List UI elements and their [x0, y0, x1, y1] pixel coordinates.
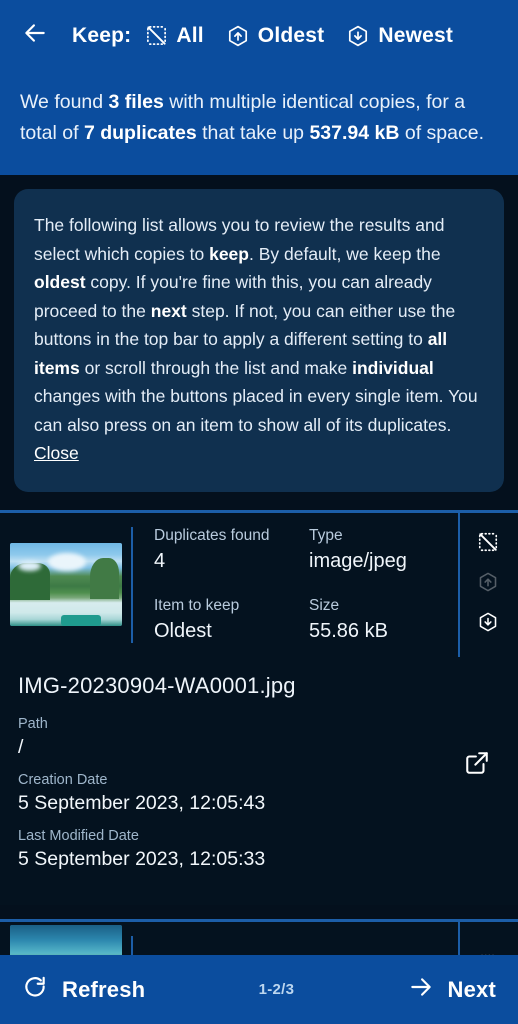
hexagon-arrow-down-icon [346, 24, 370, 48]
info-b3: next [150, 300, 187, 321]
item-keep-newest-button[interactable] [468, 605, 508, 645]
keep-label: Keep: [72, 23, 132, 47]
summary-duplicates-count: 7 duplicates [83, 122, 197, 144]
info-t2: . By default, we keep the [248, 243, 441, 264]
field-value: image/jpeg [309, 549, 407, 572]
back-button[interactable] [14, 15, 56, 57]
open-file-button[interactable] [460, 749, 494, 783]
detail-modified-value: 5 September 2023, 12:05:33 [18, 847, 266, 870]
summary-t4: of space. [399, 122, 484, 144]
field-value: 4 [154, 549, 166, 572]
item-detail-panel: IMG-20230904-WA0001.jpg Path / Creation … [0, 656, 518, 905]
keep-oldest-label: Oldest [257, 23, 325, 47]
field-size: Size 55.86 kB [309, 596, 458, 644]
list-item[interactable]: Duplicates found 4 Type image/jpeg Item … [0, 509, 518, 905]
app-root: Keep: All Oldest Newest We found 3 files… [0, 0, 518, 1024]
hexagon-arrow-down-icon [477, 611, 499, 638]
info-t5: or scroll through the list and make [79, 357, 353, 378]
select-all-off-icon [477, 531, 499, 558]
field-label: Size [309, 596, 340, 614]
detail-path-label: Path [18, 715, 48, 732]
next-label: Next [447, 976, 496, 1002]
hexagon-arrow-up-icon [226, 24, 250, 48]
item-actions [458, 512, 518, 657]
item-thumbnail [9, 543, 122, 626]
field-type: Type image/jpeg [309, 526, 458, 574]
item-body[interactable]: Duplicates found 4 Type image/jpeg Item … [0, 512, 518, 657]
photo-landscape-river [9, 543, 122, 626]
detail-filename: IMG-20230904-WA0001.jpg [18, 672, 296, 698]
summary-t3: that take up [196, 122, 310, 144]
bottom-bar: Refresh 1-2/3 Next [0, 955, 518, 1024]
field-item-to-keep: Item to keep Oldest [154, 596, 309, 644]
select-all-off-icon [145, 24, 168, 47]
close-info-link[interactable]: Close [34, 443, 79, 463]
summary-size: 537.94 kB [309, 122, 400, 144]
summary-text: We found 3 files with multiple identical… [20, 87, 498, 149]
field-label: Item to keep [154, 596, 240, 614]
info-b2: oldest [34, 272, 86, 292]
meta-divider [131, 526, 133, 643]
item-meta: Duplicates found 4 Type image/jpeg Item … [131, 513, 458, 657]
keep-newest-label: Newest [378, 23, 454, 47]
summary-t1: We found [20, 91, 109, 113]
summary-files-count: 3 files [108, 91, 164, 113]
detail-creation-label: Creation Date [18, 771, 108, 788]
duplicates-list: Duplicates found 4 Type image/jpeg Item … [0, 509, 518, 1012]
top-app-bar: Keep: All Oldest Newest [0, 0, 518, 71]
detail-modified-label: Last Modified Date [18, 827, 139, 844]
keep-oldest-button[interactable]: Oldest [220, 20, 331, 52]
detail-path-value: / [18, 735, 24, 758]
refresh-button[interactable]: Refresh [22, 974, 145, 1005]
item-keep-all-button[interactable] [468, 525, 508, 565]
info-t6: changes with the buttons placed in every… [34, 386, 478, 435]
refresh-icon [22, 974, 48, 1005]
keep-newest-button[interactable]: Newest [340, 20, 459, 52]
arrow-right-icon [408, 974, 434, 1005]
info-card-text: The following list allows you to review … [34, 211, 484, 468]
refresh-label: Refresh [62, 976, 146, 1002]
arrow-left-icon [22, 20, 48, 51]
actions-divider [458, 512, 460, 657]
info-card: The following list allows you to review … [14, 189, 504, 492]
info-b1: keep [209, 243, 249, 264]
field-value: 55.86 kB [309, 619, 388, 642]
page-counter: 1-2/3 [258, 981, 295, 998]
keep-all-button[interactable]: All [139, 20, 209, 52]
item-thumbnail-wrap [0, 513, 131, 657]
keep-all-label: All [176, 23, 204, 47]
field-duplicates-found: Duplicates found 4 [154, 526, 309, 574]
field-label: Type [309, 526, 343, 544]
field-value: Oldest [154, 619, 212, 642]
detail-creation-value: 5 September 2023, 12:05:43 [18, 791, 266, 814]
item-keep-oldest-button[interactable] [468, 565, 508, 605]
next-button[interactable]: Next [408, 974, 497, 1005]
hexagon-arrow-up-icon [477, 571, 499, 598]
info-b5: individual [352, 357, 434, 378]
scroll-content[interactable]: The following list allows you to review … [0, 175, 518, 1024]
summary-banner: We found 3 files with multiple identical… [0, 71, 518, 175]
open-in-new-icon [464, 750, 490, 781]
field-label: Duplicates found [154, 526, 270, 544]
